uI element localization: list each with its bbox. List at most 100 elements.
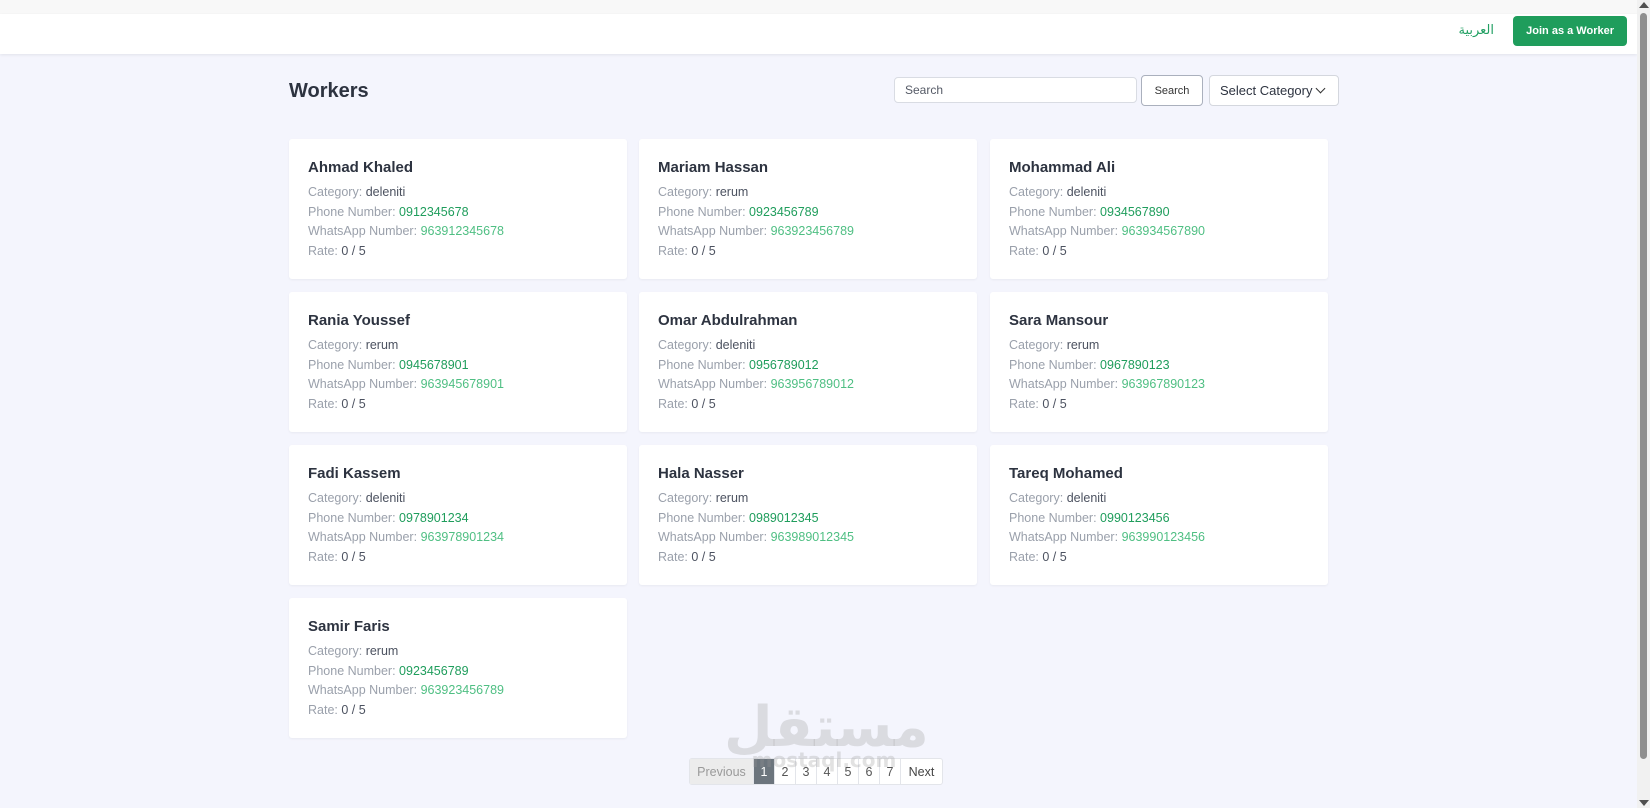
worker-card[interactable]: Rania Youssef Category: rerum Phone Number… (289, 292, 627, 432)
pagination-page[interactable]: 1 (753, 759, 774, 784)
category-label: Category: (308, 338, 363, 352)
scroll-down-arrow-icon[interactable] (1639, 800, 1649, 806)
worker-phone-line: Phone Number: 0923456789 (308, 662, 608, 682)
worker-phone-line: Phone Number: 0967890123 (1009, 356, 1309, 376)
worker-card[interactable]: Tareq Mohamed Category: deleniti Phone Num… (990, 445, 1328, 585)
worker-category-line: Category: deleniti (1009, 183, 1309, 203)
worker-phone-line: Phone Number: 0912345678 (308, 203, 608, 223)
worker-whatsapp-link[interactable]: 963956789012 (771, 377, 854, 391)
worker-rate: 0 / 5 (1042, 243, 1067, 258)
worker-card[interactable]: Hala Nasser Category: rerum Phone Number: … (639, 445, 977, 585)
rate-label: Rate: (658, 549, 688, 564)
category-label: Category: (658, 338, 713, 352)
whatsapp-label: WhatsApp Number: (1009, 224, 1119, 238)
worker-phone-link[interactable]: 0912345678 (399, 205, 469, 219)
worker-whatsapp-line: WhatsApp Number: 963934567890 (1009, 222, 1309, 242)
whatsapp-label: WhatsApp Number: (1009, 377, 1119, 391)
worker-rate-line: Rate: 0 / 5 (308, 701, 608, 721)
worker-name: Mohammad Ali (1009, 159, 1116, 176)
worker-rate: 0 / 5 (1042, 396, 1067, 411)
worker-phone-link[interactable]: 0923456789 (749, 205, 819, 219)
pagination-page[interactable]: 5 (837, 759, 858, 784)
pagination-page[interactable]: 6 (858, 759, 879, 784)
pagination-previous[interactable]: Previous (690, 759, 753, 784)
worker-name: Samir Faris (308, 618, 390, 635)
worker-card[interactable]: Ahmad Khaled Category: deleniti Phone Numb… (289, 139, 627, 279)
worker-phone-link[interactable]: 0989012345 (749, 511, 819, 525)
join-as-worker-button[interactable]: Join as a Worker (1513, 16, 1627, 46)
page-scrollbar[interactable] (1637, 0, 1650, 808)
worker-name: Fadi Kassem (308, 465, 401, 482)
worker-whatsapp-line: WhatsApp Number: 963978901234 (308, 528, 608, 548)
pagination-next[interactable]: Next (900, 759, 942, 784)
worker-whatsapp-line: WhatsApp Number: 963989012345 (658, 528, 958, 548)
worker-category: deleniti (715, 338, 756, 352)
worker-phone-line: Phone Number: 0945678901 (308, 356, 608, 376)
scroll-thumb[interactable] (1640, 13, 1647, 759)
worker-whatsapp-link[interactable]: 963912345678 (421, 224, 504, 238)
search-button[interactable]: Search (1141, 75, 1203, 106)
worker-phone-link[interactable]: 0967890123 (1100, 358, 1170, 372)
worker-name: Rania Youssef (308, 312, 410, 329)
category-select[interactable]: Select Category (1209, 75, 1339, 106)
whatsapp-label: WhatsApp Number: (658, 377, 768, 391)
scroll-up-arrow-icon[interactable] (1639, 2, 1649, 8)
rate-label: Rate: (308, 549, 338, 564)
worker-phone-link[interactable]: 0934567890 (1100, 205, 1170, 219)
pagination-page[interactable]: 3 (795, 759, 816, 784)
worker-whatsapp-line: WhatsApp Number: 963923456789 (658, 222, 958, 242)
worker-whatsapp-link[interactable]: 963923456789 (771, 224, 854, 238)
worker-category: rerum (1066, 338, 1100, 352)
worker-category-line: Category: rerum (658, 183, 958, 203)
worker-category-line: Category: rerum (1009, 336, 1309, 356)
pagination-page[interactable]: 2 (774, 759, 795, 784)
worker-phone-line: Phone Number: 0978901234 (308, 509, 608, 529)
worker-rate-line: Rate: 0 / 5 (1009, 242, 1309, 262)
phone-label: Phone Number: (308, 357, 396, 372)
worker-card[interactable]: Sara Mansour Category: rerum Phone Number:… (990, 292, 1328, 432)
worker-rate: 0 / 5 (691, 549, 716, 564)
worker-phone-link[interactable]: 0945678901 (399, 358, 469, 372)
worker-category: rerum (365, 338, 399, 352)
category-select-value: Select Category (1220, 83, 1313, 98)
worker-rate-line: Rate: 0 / 5 (1009, 395, 1309, 415)
worker-category: rerum (715, 491, 749, 505)
worker-phone-link[interactable]: 0978901234 (399, 511, 469, 525)
search-input[interactable] (894, 77, 1137, 103)
worker-whatsapp-link[interactable]: 963978901234 (421, 530, 504, 544)
worker-whatsapp-link[interactable]: 963945678901 (421, 377, 504, 391)
worker-whatsapp-link[interactable]: 963990123456 (1122, 530, 1205, 544)
whatsapp-label: WhatsApp Number: (308, 377, 418, 391)
pagination-page[interactable]: 7 (879, 759, 900, 784)
language-link[interactable]: العربية (1458, 22, 1494, 38)
worker-whatsapp-link[interactable]: 963989012345 (771, 530, 854, 544)
rate-label: Rate: (1009, 243, 1039, 258)
worker-whatsapp-line: WhatsApp Number: 963912345678 (308, 222, 608, 242)
worker-whatsapp-link[interactable]: 963967890123 (1122, 377, 1205, 391)
rate-label: Rate: (1009, 549, 1039, 564)
worker-card[interactable]: Mariam Hassan Category: rerum Phone Number… (639, 139, 977, 279)
category-label: Category: (658, 491, 713, 505)
worker-whatsapp-line: WhatsApp Number: 963923456789 (308, 681, 608, 701)
worker-category-line: Category: deleniti (658, 336, 958, 356)
category-label: Category: (1009, 338, 1064, 352)
worker-card[interactable]: Omar Abdulrahman Category: deleniti Phone … (639, 292, 977, 432)
worker-rate: 0 / 5 (341, 549, 366, 564)
worker-phone-link[interactable]: 0956789012 (749, 358, 819, 372)
worker-whatsapp-link[interactable]: 963923456789 (421, 683, 504, 697)
worker-category-line: Category: rerum (308, 642, 608, 662)
worker-whatsapp-line: WhatsApp Number: 963956789012 (658, 375, 958, 395)
worker-rate-line: Rate: 0 / 5 (658, 548, 958, 568)
worker-rate-line: Rate: 0 / 5 (308, 548, 608, 568)
worker-phone-link[interactable]: 0990123456 (1100, 511, 1170, 525)
worker-card[interactable]: Mohammad Ali Category: deleniti Phone Numb… (990, 139, 1328, 279)
worker-phone-link[interactable]: 0923456789 (399, 664, 469, 678)
worker-whatsapp-link[interactable]: 963934567890 (1122, 224, 1205, 238)
worker-card[interactable]: Samir Faris Category: rerum Phone Number: … (289, 598, 627, 738)
worker-rate-line: Rate: 0 / 5 (308, 395, 608, 415)
pagination-page[interactable]: 4 (816, 759, 837, 784)
worker-card[interactable]: Fadi Kassem Category: deleniti Phone Numbe… (289, 445, 627, 585)
worker-whatsapp-line: WhatsApp Number: 963945678901 (308, 375, 608, 395)
worker-category: rerum (715, 185, 749, 199)
worker-rate-line: Rate: 0 / 5 (658, 395, 958, 415)
